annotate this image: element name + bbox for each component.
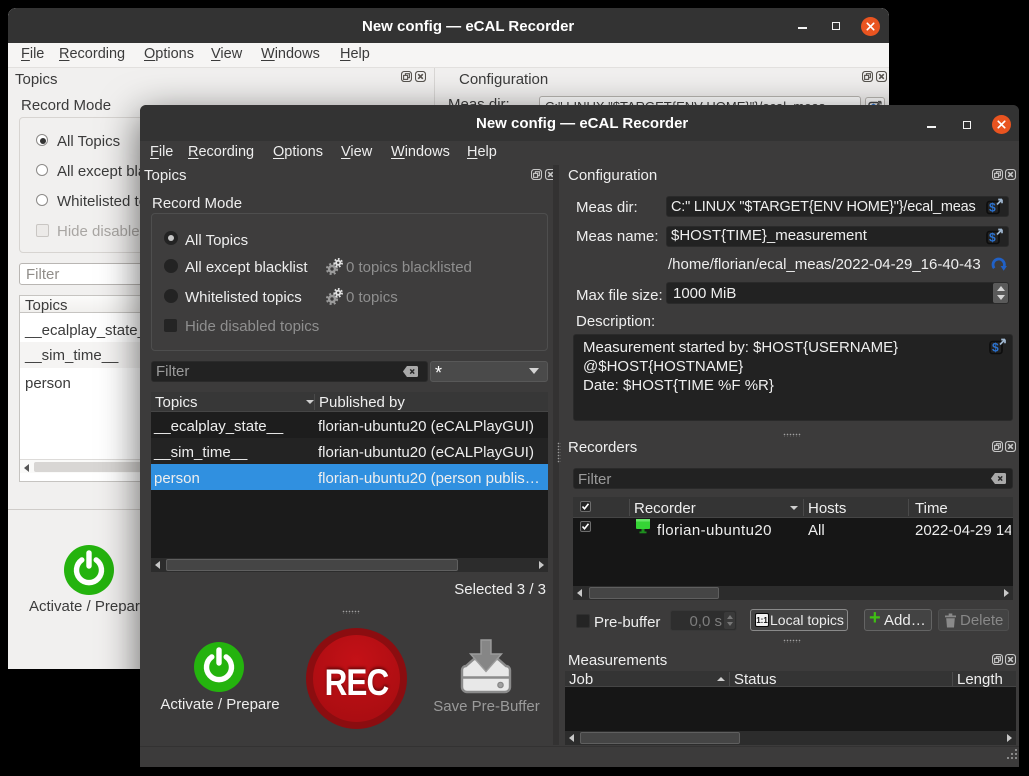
svg-text:$: $: [989, 200, 996, 214]
svg-text:$: $: [989, 230, 996, 244]
svg-text:$: $: [992, 341, 999, 355]
